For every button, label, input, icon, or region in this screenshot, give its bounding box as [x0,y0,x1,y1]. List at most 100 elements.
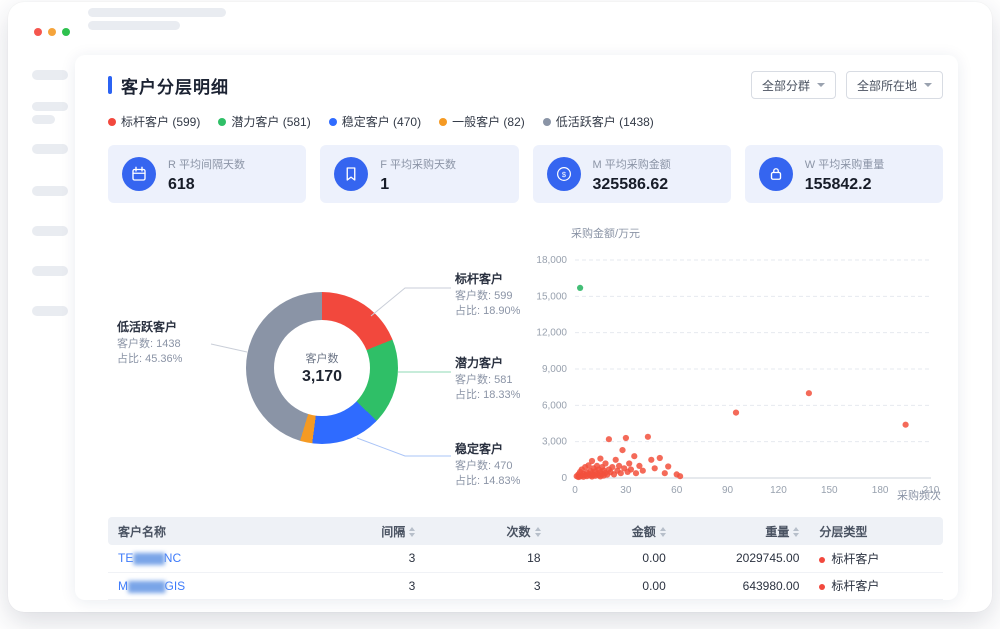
location-filter-label: 全部所在地 [857,77,917,94]
cell-amount: 0.00 [551,545,676,572]
legend-item-benchmark[interactable]: 标杆客户 (599) [108,113,200,130]
legend-dot-icon [329,118,337,126]
sidebar-skeleton-bar [32,186,68,196]
svg-text:15,000: 15,000 [536,291,567,302]
stat-value: 1 [380,176,456,194]
segment-dot-icon [819,557,825,563]
chevron-down-icon [817,83,825,87]
zoom-button[interactable] [62,28,70,36]
svg-text:180: 180 [872,485,889,496]
cell-count: 18 [425,545,550,572]
svg-text:90: 90 [722,485,734,496]
header-gap-sort[interactable]: 间隔 [308,517,425,545]
segment-legend: 标杆客户 (599) 潜力客户 (581) 稳定客户 (470) 一般客户 (8… [108,113,654,130]
group-filter-label: 全部分群 [762,77,810,94]
svg-text:12,000: 12,000 [536,328,567,339]
callout-stable: 稳定客户 客户数: 470 占比: 14.83% [455,442,520,489]
stat-value: 618 [168,176,245,194]
stat-prefix: R [168,159,176,171]
sort-icon[interactable] [660,527,666,537]
legend-item-stable[interactable]: 稳定客户 (470) [329,113,421,130]
close-button[interactable] [34,28,42,36]
stat-prefix: F [380,159,387,171]
legend-dot-icon [439,118,447,126]
legend-label: 标杆客户 (599) [121,113,200,130]
calendar-icon [122,157,156,191]
window-controls [34,28,70,36]
scatter-chart[interactable]: 采购金额/万元 03,0006,0009,00012,00015,00018,0… [531,225,945,525]
app-window: 客户分层明细 全部分群 全部所在地 标杆客户 (599 [8,2,992,612]
top-skeleton-bar [88,21,180,30]
header-amount-sort[interactable]: 金额 [551,517,676,545]
callout-potential: 潜力客户 客户数: 581 占比: 18.33% [455,356,520,403]
sidebar-skeleton-bar [32,306,68,316]
donut-center-value: 3,170 [302,368,342,386]
stat-card-monetary: $ M 平均采购金额 325586.62 [533,145,731,203]
legend-dot-icon [218,118,226,126]
group-filter-select[interactable]: 全部分群 [751,71,836,99]
cell-weight: 643980.00 [676,572,810,599]
stat-value: 325586.62 [593,176,671,194]
customer-name-link[interactable]: M██████GIS [118,579,185,593]
chevron-down-icon [924,83,932,87]
svg-text:0: 0 [561,473,567,484]
sort-icon[interactable] [793,527,799,537]
callout-inactive: 低活跃客户 客户数: 1438 占比: 45.36% [117,320,182,367]
legend-dot-icon [543,118,551,126]
title-accent-bar [108,76,112,94]
minimize-button[interactable] [48,28,56,36]
sort-icon[interactable] [535,527,541,537]
panel-header: 客户分层明细 全部分群 全部所在地 [108,71,943,99]
svg-text:$: $ [561,170,566,179]
stat-label: 平均采购天数 [390,159,456,171]
stat-card-frequency: F 平均采购天数 1 [320,145,518,203]
sort-icon[interactable] [409,527,415,537]
table-row: M██████GIS 3 3 0.00 643980.00 标杆客户 [108,572,943,599]
sidebar-skeleton-bar [32,226,68,236]
sidebar-skeleton-bar [32,102,68,111]
top-skeleton-bar [88,8,226,17]
stat-label: 平均间隔天数 [179,159,245,171]
table-header-row: 客户名称 间隔 次数 金额 重量 分层类型 [108,517,943,545]
cell-gap: 3 [308,572,425,599]
legend-item-inactive[interactable]: 低活跃客户 (1438) [543,113,654,130]
legend-label: 一般客户 (82) [452,113,525,130]
cell-segment-type: 标杆客户 [809,545,943,572]
cell-weight: 2029745.00 [676,545,810,572]
stat-prefix: W [805,159,815,171]
masked-text: █████ [133,554,163,565]
customer-name-link[interactable]: TE█████NC [118,551,181,565]
location-filter-select[interactable]: 全部所在地 [846,71,943,99]
stat-label: 平均采购重量 [818,159,884,171]
callout-benchmark: 标杆客户 客户数: 599 占比: 18.90% [455,272,520,319]
stat-label: 平均采购金额 [605,159,671,171]
sidebar-skeleton-bar [32,144,68,154]
sidebar-skeleton-bar [32,115,55,124]
legend-dot-icon [108,118,116,126]
customer-table: 客户名称 间隔 次数 金额 重量 分层类型 TE█████NC 3 18 [108,517,943,600]
scatter-x-axis-title: 采购频次 [897,487,941,503]
cell-gap: 3 [308,545,425,572]
cell-count: 3 [425,572,550,599]
header-weight-sort[interactable]: 重量 [676,517,810,545]
header-segment-type: 分层类型 [809,517,943,545]
sidebar-skeleton-bar [32,70,68,80]
legend-item-potential[interactable]: 潜力客户 (581) [218,113,310,130]
donut-center-label: 客户数 [306,350,339,366]
header-count-sort[interactable]: 次数 [425,517,550,545]
svg-text:30: 30 [620,485,632,496]
donut-center: 客户数 3,170 [274,320,370,416]
stat-card-recency: R 平均间隔天数 618 [108,145,306,203]
donut-ring[interactable]: 客户数 3,170 [246,292,398,444]
title-wrap: 客户分层明细 [108,73,229,98]
scatter-plot-area: 03,0006,0009,00012,00015,00018,000030609… [531,233,945,523]
masked-text: ██████ [128,582,165,593]
svg-text:9,000: 9,000 [542,364,567,375]
legend-item-general[interactable]: 一般客户 (82) [439,113,525,130]
svg-text:6,000: 6,000 [542,400,567,411]
donut-chart: 客户数 3,170 标杆客户 客户数: 599 占比: 18.90% 潜力 [105,220,535,530]
legend-label: 潜力客户 (581) [231,113,310,130]
svg-text:0: 0 [572,485,578,496]
header-customer-name: 客户名称 [108,517,308,545]
segment-dot-icon [819,584,825,590]
